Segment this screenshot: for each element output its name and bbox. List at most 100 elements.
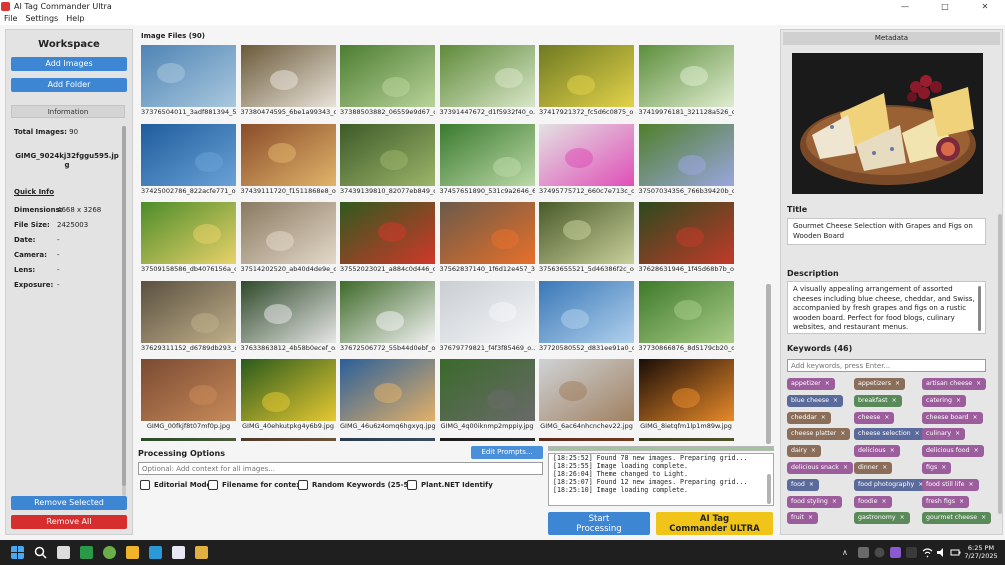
keyword-tag[interactable]: gastronomy ×	[854, 512, 910, 525]
image-thumbnail[interactable]	[638, 202, 734, 264]
image-tile[interactable]: 37380474595_6be1a99343_o...	[240, 45, 336, 124]
filename-context-checkbox[interactable]: Filename for context	[208, 480, 304, 490]
image-tile[interactable]: GIMG_00fkjf8t07mf0p.jpg	[141, 359, 236, 438]
add-images-button[interactable]: Add Images	[11, 57, 127, 71]
remove-tag-icon[interactable]: ×	[969, 481, 974, 488]
image-tile[interactable]: 37495775712_660c7e713c_o...	[539, 123, 634, 203]
keyword-tag[interactable]: blue cheese ×	[787, 394, 844, 407]
image-tile[interactable]: GIMG_4q00iknmp2mppiy.jpg	[439, 359, 535, 438]
image-thumbnail[interactable]	[539, 202, 634, 264]
image-thumbnail[interactable]	[240, 437, 336, 442]
image-tile[interactable]: 37679779821_f4f3f85469_o...	[439, 280, 535, 360]
keyword-tag[interactable]: cheese selection ×	[854, 428, 925, 441]
remove-tag-icon[interactable]: ×	[955, 430, 960, 437]
image-thumbnail[interactable]	[340, 437, 435, 442]
image-thumbnail[interactable]	[539, 280, 634, 343]
remove-tag-icon[interactable]: ×	[941, 464, 946, 471]
image-thumbnail[interactable]	[240, 359, 336, 421]
image-thumbnail[interactable]	[439, 202, 535, 264]
log-scrollbar[interactable]	[767, 474, 771, 504]
ai-tag-commander-taskbar-icon[interactable]	[195, 546, 208, 559]
remove-tag-icon[interactable]: ×	[882, 498, 887, 505]
tray-app-icon-2[interactable]	[874, 547, 885, 558]
image-thumbnail[interactable]	[141, 45, 236, 107]
image-tile[interactable]: 37419976181_321128a526_o...	[638, 45, 734, 124]
tray-app-icon[interactable]	[858, 547, 869, 558]
keyword-tag[interactable]: cheese ×	[854, 411, 895, 424]
remove-tag-icon[interactable]: ×	[915, 430, 920, 437]
image-thumbnail[interactable]	[141, 202, 236, 264]
image-thumbnail[interactable]	[240, 45, 336, 107]
image-tile[interactable]: GIMG_6ac64nhcnchev22.jpg	[539, 359, 634, 438]
remove-tag-icon[interactable]: ×	[974, 447, 979, 454]
keyword-tag[interactable]: figs ×	[922, 462, 952, 474]
image-tile[interactable]: 37417921372_fc5d6c0875_o...	[539, 45, 634, 124]
remove-tag-icon[interactable]: ×	[981, 514, 986, 521]
remove-tag-icon[interactable]: ×	[832, 498, 837, 505]
keyword-tag[interactable]: breakfast ×	[854, 394, 902, 407]
plantnet-identify-checkbox[interactable]: Plant.NET Identify	[407, 480, 493, 490]
clock[interactable]: 6:25 PM 7/27/2025	[960, 544, 1002, 560]
image-tile[interactable]: 37439111720_f1511868e8_o...	[240, 123, 336, 203]
app-icon-blue[interactable]	[149, 546, 162, 559]
add-folder-button[interactable]: Add Folder	[11, 78, 127, 92]
remove-tag-icon[interactable]: ×	[973, 414, 978, 421]
description-scrollbar[interactable]	[978, 286, 981, 331]
image-thumbnail[interactable]	[141, 359, 236, 421]
edit-prompts-button[interactable]: Edit Prompts...	[471, 446, 543, 459]
powershell-icon[interactable]	[172, 546, 185, 559]
tray-chevron-icon[interactable]: ∧	[842, 548, 848, 557]
excel-icon[interactable]	[80, 546, 93, 559]
image-thumbnail[interactable]	[539, 123, 634, 186]
image-thumbnail[interactable]	[539, 45, 634, 107]
image-tile[interactable]	[340, 437, 435, 442]
remove-selected-button[interactable]: Remove Selected	[11, 496, 127, 510]
image-thumbnail[interactable]	[340, 202, 435, 264]
image-thumbnail[interactable]	[539, 437, 634, 442]
image-tile[interactable]: 37730866876_8d5179cb20_o...	[638, 280, 734, 360]
ai-tag-commander-ultra-button[interactable]: AI Tag Commander ULTRA	[656, 512, 773, 535]
keyword-tag[interactable]: food ×	[787, 478, 819, 491]
image-thumbnail[interactable]	[638, 359, 734, 421]
description-field[interactable]: A visually appealing arrangement of asso…	[787, 281, 986, 334]
keyword-tag[interactable]: delicious food ×	[922, 445, 984, 458]
image-tile[interactable]: 37552023021_a884c0d446_o...	[340, 202, 435, 281]
keyword-tag[interactable]: fresh figs ×	[922, 495, 970, 508]
remove-tag-icon[interactable]: ×	[821, 414, 826, 421]
image-thumbnail[interactable]	[638, 437, 734, 442]
remove-tag-icon[interactable]: ×	[895, 380, 900, 387]
remove-tag-icon[interactable]: ×	[956, 397, 961, 404]
keyword-tag[interactable]: gourmet cheese ×	[922, 512, 992, 525]
image-thumbnail[interactable]	[439, 45, 535, 107]
remove-tag-icon[interactable]: ×	[808, 514, 813, 521]
info-scrollbar[interactable]	[122, 126, 126, 496]
image-thumbnail[interactable]	[439, 123, 535, 186]
remove-tag-icon[interactable]: ×	[892, 397, 897, 404]
maximize-button[interactable]: □	[925, 2, 965, 11]
image-tile[interactable]: 37439139810_82077eb849_o...	[340, 123, 435, 203]
image-tile[interactable]: 37563655521_5d46386f2c_o...	[539, 202, 634, 281]
file-explorer-icon[interactable]	[126, 546, 139, 559]
image-tile[interactable]: 37457651890_531c9a2646_6k...	[439, 123, 535, 203]
image-tile[interactable]: 37507034356_766b39420b_o...	[638, 123, 734, 203]
image-tile[interactable]: 37628631946_1f45d68b7b_o...	[638, 202, 734, 281]
remove-tag-icon[interactable]: ×	[825, 380, 830, 387]
image-thumbnail[interactable]	[439, 359, 535, 421]
context-input[interactable]	[138, 462, 543, 475]
keyword-tag[interactable]: artisan cheese ×	[922, 378, 987, 390]
remove-tag-icon[interactable]: ×	[809, 481, 814, 488]
remove-tag-icon[interactable]: ×	[884, 414, 889, 421]
wifi-icon[interactable]	[922, 547, 933, 558]
image-thumbnail[interactable]	[240, 202, 336, 264]
menu-settings[interactable]: Settings	[25, 14, 58, 23]
remove-tag-icon[interactable]: ×	[843, 464, 848, 471]
remove-tag-icon[interactable]: ×	[811, 447, 816, 454]
minimize-button[interactable]: —	[885, 2, 925, 11]
keyword-tag[interactable]: fruit ×	[787, 512, 819, 525]
menu-help[interactable]: Help	[66, 14, 84, 23]
tray-app-icon-3[interactable]	[890, 547, 901, 558]
keyword-tag[interactable]: foodie ×	[854, 495, 892, 508]
image-thumbnail[interactable]	[439, 280, 535, 343]
remove-tag-icon[interactable]: ×	[882, 464, 887, 471]
search-icon[interactable]	[34, 546, 47, 559]
